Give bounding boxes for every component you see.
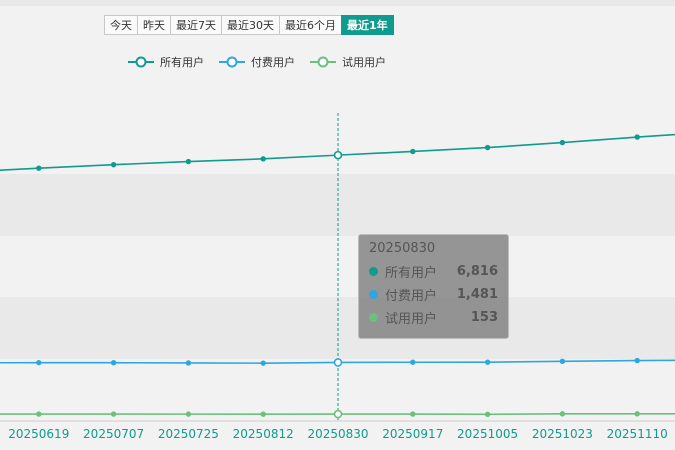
data-point: [634, 134, 640, 140]
data-point: [333, 409, 343, 419]
x-tick-label: 20250917: [382, 427, 443, 441]
data-point: [484, 144, 491, 151]
data-point: [559, 358, 566, 365]
chart-tooltip: 20250830 所有用户 6,816 付费用户 1,481 试用用户 153: [358, 234, 509, 339]
tooltip-date: 20250830: [369, 241, 436, 256]
x-tick-label: 20251005: [457, 427, 518, 441]
x-tick-label: 20250725: [158, 427, 219, 441]
x-tick-label: 20251023: [532, 427, 593, 441]
x-tick-label: 20250707: [83, 427, 144, 441]
data-point: [410, 359, 416, 365]
tooltip-series-name: 付费用户: [385, 289, 438, 304]
data-point: [333, 150, 343, 160]
data-point: [333, 358, 343, 367]
data-point: [260, 360, 266, 366]
data-point: [559, 411, 566, 417]
tooltip-row-trial-users: 试用用户 153: [369, 306, 498, 329]
data-point: [185, 360, 192, 366]
data-point: [260, 411, 266, 417]
data-point: [36, 411, 42, 417]
data-point: [634, 411, 640, 417]
tooltip-series-value: 153: [470, 310, 498, 325]
data-point: [110, 411, 117, 417]
data-point: [110, 360, 117, 366]
series-dot-icon: [369, 267, 378, 276]
tooltip-row-all-users: 所有用户 6,816: [369, 260, 498, 283]
x-tick-label: 20250619: [8, 427, 69, 441]
x-tick-label: 20251110: [607, 427, 668, 441]
data-point: [484, 411, 491, 418]
series-dot-icon: [369, 290, 378, 299]
data-point: [110, 161, 117, 168]
data-point: [260, 156, 266, 162]
tooltip-series-name: 试用用户: [385, 312, 438, 327]
series-dot-icon: [369, 313, 378, 322]
line-chart[interactable]: 20250619 20250707 20250725 20250812 20250830…: [0, 0, 675, 450]
data-point: [634, 357, 640, 364]
data-point: [36, 359, 42, 366]
tooltip-series-value: 6,816: [456, 264, 498, 279]
tooltip-series-value: 1,481: [456, 287, 498, 302]
data-point: [484, 359, 491, 365]
data-point: [410, 411, 416, 417]
tooltip-series-name: 所有用户: [385, 266, 438, 281]
x-tick-label: 20250830: [307, 427, 368, 441]
data-point: [410, 148, 416, 155]
data-point: [185, 158, 192, 165]
x-tick-label: 20250812: [233, 427, 294, 441]
data-point: [36, 165, 42, 171]
tooltip-row-paid-users: 付费用户 1,481: [369, 283, 498, 306]
data-point: [185, 411, 192, 417]
data-point: [559, 139, 566, 146]
